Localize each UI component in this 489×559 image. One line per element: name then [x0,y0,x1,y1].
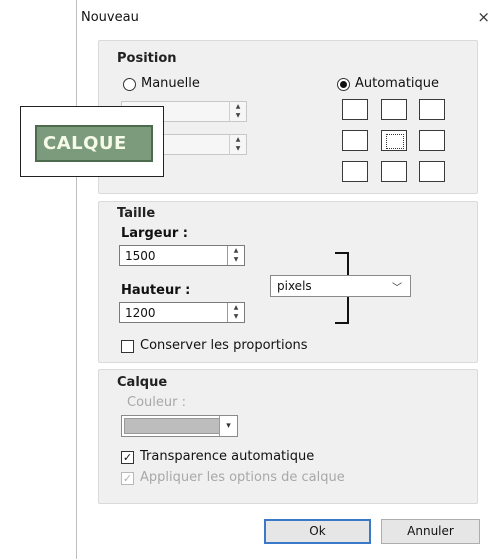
anchor-middle-right[interactable] [419,130,445,151]
width-stepper[interactable]: ▲ ▼ [227,246,244,265]
anchor-top-right[interactable] [419,99,445,120]
anchor-bottom-left[interactable] [342,161,368,182]
height-input[interactable]: 1200 ▲ ▼ [119,302,245,323]
color-swatch [124,418,220,434]
anchor-middle-left[interactable] [342,130,368,151]
anchor-bottom-right[interactable] [419,161,445,182]
unit-value: pixels [277,279,312,293]
spin-up-icon[interactable]: ▲ [228,303,244,312]
width-label: Largeur : [121,226,188,241]
spin-down-icon[interactable]: ▼ [230,144,246,153]
color-picker[interactable]: ▾ [121,415,238,437]
automatic-label: Automatique [355,76,440,91]
calque-callout: CALQUE [20,106,164,177]
apply-layer-options-checkbox[interactable]: ✓ [121,472,134,485]
manual-radio[interactable] [123,78,136,91]
calque-tag-label: CALQUE [43,133,127,154]
ok-button[interactable]: Ok [264,519,371,544]
anchor-center[interactable] [381,130,407,151]
height-value: 1200 [125,306,156,320]
keep-proportions-label: Conserver les proportions [140,338,308,353]
automatic-radio[interactable] [337,78,350,91]
close-icon[interactable]: × [477,8,489,26]
layer-title: Calque [117,375,168,390]
layer-group: Calque Couleur : ▾ ✓ Transparence automa… [98,369,478,504]
height-label: Hauteur : [121,283,191,298]
width-input[interactable]: 1500 ▲ ▼ [119,245,245,266]
dropdown-arrow-icon[interactable]: ▾ [219,416,237,436]
y-position-stepper[interactable]: ▲ ▼ [229,135,246,154]
auto-transparency-checkbox[interactable]: ✓ [121,451,134,464]
color-label: Couleur : [127,395,186,410]
spin-down-icon[interactable]: ▼ [230,111,246,120]
chevron-down-icon: ﹀ [392,283,402,294]
size-group: Taille Largeur : 1500 ▲ ▼ Hauteur : 1200… [98,201,478,363]
anchor-bottom-center[interactable] [381,161,407,182]
auto-transparency-label: Transparence automatique [140,449,315,464]
spin-up-icon[interactable]: ▲ [230,135,246,144]
new-dialog: Nouveau × Position Manuelle Automatique … [76,0,489,559]
spin-up-icon[interactable]: ▲ [230,102,246,111]
calque-tag: CALQUE [35,125,153,162]
spin-down-icon[interactable]: ▼ [228,255,244,264]
position-title: Position [117,51,177,66]
apply-layer-options-label: Appliquer les options de calque [140,470,345,485]
unit-select[interactable]: pixels ﹀ [270,275,411,297]
anchor-top-center[interactable] [381,99,407,120]
dialog-title: Nouveau [81,10,139,25]
width-value: 1500 [125,249,156,263]
title-bar: Nouveau × [77,0,489,34]
keep-proportions-checkbox[interactable] [121,340,134,353]
spin-down-icon[interactable]: ▼ [228,312,244,321]
anchor-top-left[interactable] [342,99,368,120]
cancel-button[interactable]: Annuler [381,519,480,544]
height-stepper[interactable]: ▲ ▼ [227,303,244,322]
x-position-stepper[interactable]: ▲ ▼ [229,102,246,121]
size-title: Taille [117,206,156,221]
spin-up-icon[interactable]: ▲ [228,246,244,255]
manual-label: Manuelle [141,76,200,91]
